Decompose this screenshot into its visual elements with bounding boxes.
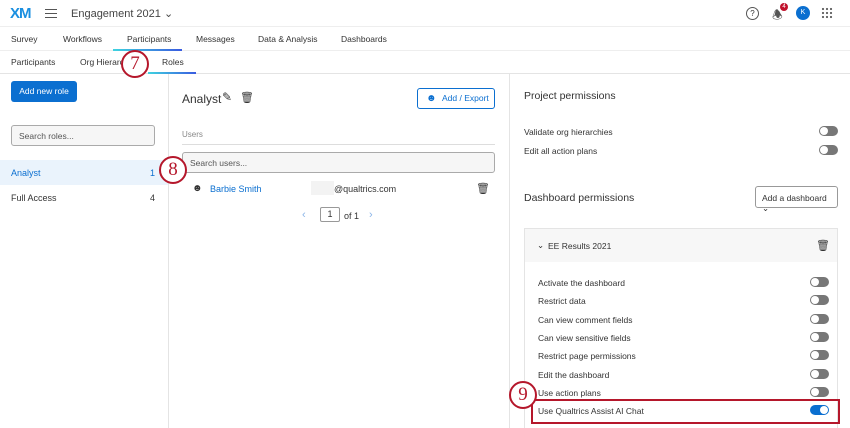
search-roles-input[interactable]: Search roles... xyxy=(11,125,155,146)
role-detail-panel: Analyst ✎ 🗑 ☻ Add / Export Users Search u… xyxy=(169,74,510,428)
chevron-down-icon: ⌄ xyxy=(163,8,174,20)
role-item-full-access[interactable]: Full Access 4 xyxy=(0,185,168,210)
notification-badge: 4 xyxy=(780,3,788,11)
roles-sidebar: Add new role Search roles... Analyst 1 F… xyxy=(0,74,169,428)
chevron-down-icon: ⌄ xyxy=(537,240,545,250)
next-page-icon[interactable]: › xyxy=(369,209,373,221)
dashboard-perm-label: Activate the dashboard xyxy=(538,278,625,288)
trash-icon[interactable]: 🗑 xyxy=(816,239,830,252)
dashboard-card: ⌄ EE Results 2021 🗑 xyxy=(524,228,838,428)
subtab-participants[interactable]: Participants xyxy=(11,57,55,67)
top-header: XM Engagement 2021 ⌄ ? 🕭 4 K xyxy=(0,0,850,27)
dashboard-name: EE Results 2021 xyxy=(548,241,612,251)
user-name-link[interactable]: Barbie Smith xyxy=(210,184,262,194)
role-item-analyst[interactable]: Analyst 1 xyxy=(0,160,168,185)
dashboard-perm-toggle[interactable] xyxy=(810,313,829,324)
tab-messages[interactable]: Messages xyxy=(196,34,235,44)
dashboard-perm-toggle[interactable] xyxy=(810,386,829,397)
role-count: 4 xyxy=(150,193,156,203)
perm-label: Validate org hierarchies xyxy=(524,127,613,137)
dashboard-perm-toggle[interactable] xyxy=(810,277,829,287)
subtab-org-hierarchies[interactable]: Org Hierarchies xyxy=(80,57,125,67)
add-dashboard-label: Add a dashboard xyxy=(762,193,827,203)
dashboard-perm-label: Can view comment fields xyxy=(538,314,633,325)
callout-8: 8 xyxy=(159,156,187,184)
page-input[interactable]: 1 xyxy=(320,207,340,222)
remove-user-icon[interactable]: 🗑 xyxy=(476,182,490,195)
dashboard-card-header[interactable]: ⌄ EE Results 2021 🗑 xyxy=(525,229,837,262)
menu-icon[interactable] xyxy=(45,9,57,18)
add-new-role-button[interactable]: Add new role xyxy=(11,81,77,102)
role-name: Analyst xyxy=(11,168,41,178)
user-icon: ☻ xyxy=(426,93,437,104)
main-nav: Survey Workflows Participants Messages D… xyxy=(0,27,850,51)
role-title: Analyst xyxy=(182,92,222,106)
dashboard-permissions-title: Dashboard permissions xyxy=(524,192,635,204)
dashboard-perm-label: Restrict page permissions xyxy=(538,351,636,362)
dashboard-perm-label: Use action plans xyxy=(538,387,601,398)
prev-page-icon[interactable]: ‹ xyxy=(302,209,306,221)
highlight-box xyxy=(531,399,840,424)
project-permissions-title: Project permissions xyxy=(524,90,616,102)
perm-label: Edit all action plans xyxy=(524,146,598,156)
tab-workflows[interactable]: Workflows xyxy=(63,34,102,44)
apps-grid-icon[interactable] xyxy=(821,7,833,19)
add-export-button[interactable]: ☻ Add / Export xyxy=(417,88,495,109)
callout-7: 7 xyxy=(121,50,149,78)
divider xyxy=(182,144,495,145)
xm-logo[interactable]: XM xyxy=(10,5,31,22)
dashboard-perm-toggle[interactable] xyxy=(810,331,829,342)
callout-9: 9 xyxy=(509,381,537,409)
dashboard-perm-toggle[interactable] xyxy=(810,295,829,306)
dashboard-perm-toggle[interactable] xyxy=(810,368,829,379)
redacted-email xyxy=(311,181,334,195)
tab-participants[interactable]: Participants xyxy=(127,34,171,44)
project-selector[interactable]: Engagement 2021 ⌄ xyxy=(71,7,173,20)
search-users-input[interactable]: Search users... xyxy=(182,152,495,173)
dashboard-perm-label: Edit the dashboard xyxy=(538,369,610,380)
chevron-down-icon: ⌄ xyxy=(762,203,770,213)
page-total: of 1 xyxy=(344,211,360,221)
dashboard-perm-label: Can view sensitive fields xyxy=(538,332,631,343)
user-icon: ☻ xyxy=(192,183,203,194)
users-label: Users xyxy=(182,130,203,139)
role-count: 1 xyxy=(150,168,156,178)
project-name: Engagement 2021 xyxy=(71,8,161,20)
add-dashboard-dropdown[interactable]: Add a dashboard ⌄ xyxy=(755,186,838,213)
toggle-edit-all-action-plans[interactable] xyxy=(819,145,838,155)
avatar[interactable]: K xyxy=(796,6,810,20)
tab-survey[interactable]: Survey xyxy=(11,34,37,44)
user-email: @qualtrics.com xyxy=(334,184,397,194)
add-export-label: Add / Export xyxy=(442,93,489,103)
subtab-roles[interactable]: Roles xyxy=(162,57,184,67)
help-icon[interactable]: ? xyxy=(746,7,759,20)
tab-dashboards[interactable]: Dashboards xyxy=(341,34,387,44)
edit-pencil-icon[interactable]: ✎ xyxy=(222,90,232,104)
role-name: Full Access xyxy=(11,193,57,203)
trash-icon[interactable]: 🗑 xyxy=(240,91,254,104)
dashboard-perm-label: Restrict data xyxy=(538,296,586,307)
tab-data-analysis[interactable]: Data & Analysis xyxy=(258,34,318,44)
dashboard-perm-toggle[interactable] xyxy=(810,350,829,361)
toggle-validate-org-hierarchies[interactable] xyxy=(819,126,838,136)
